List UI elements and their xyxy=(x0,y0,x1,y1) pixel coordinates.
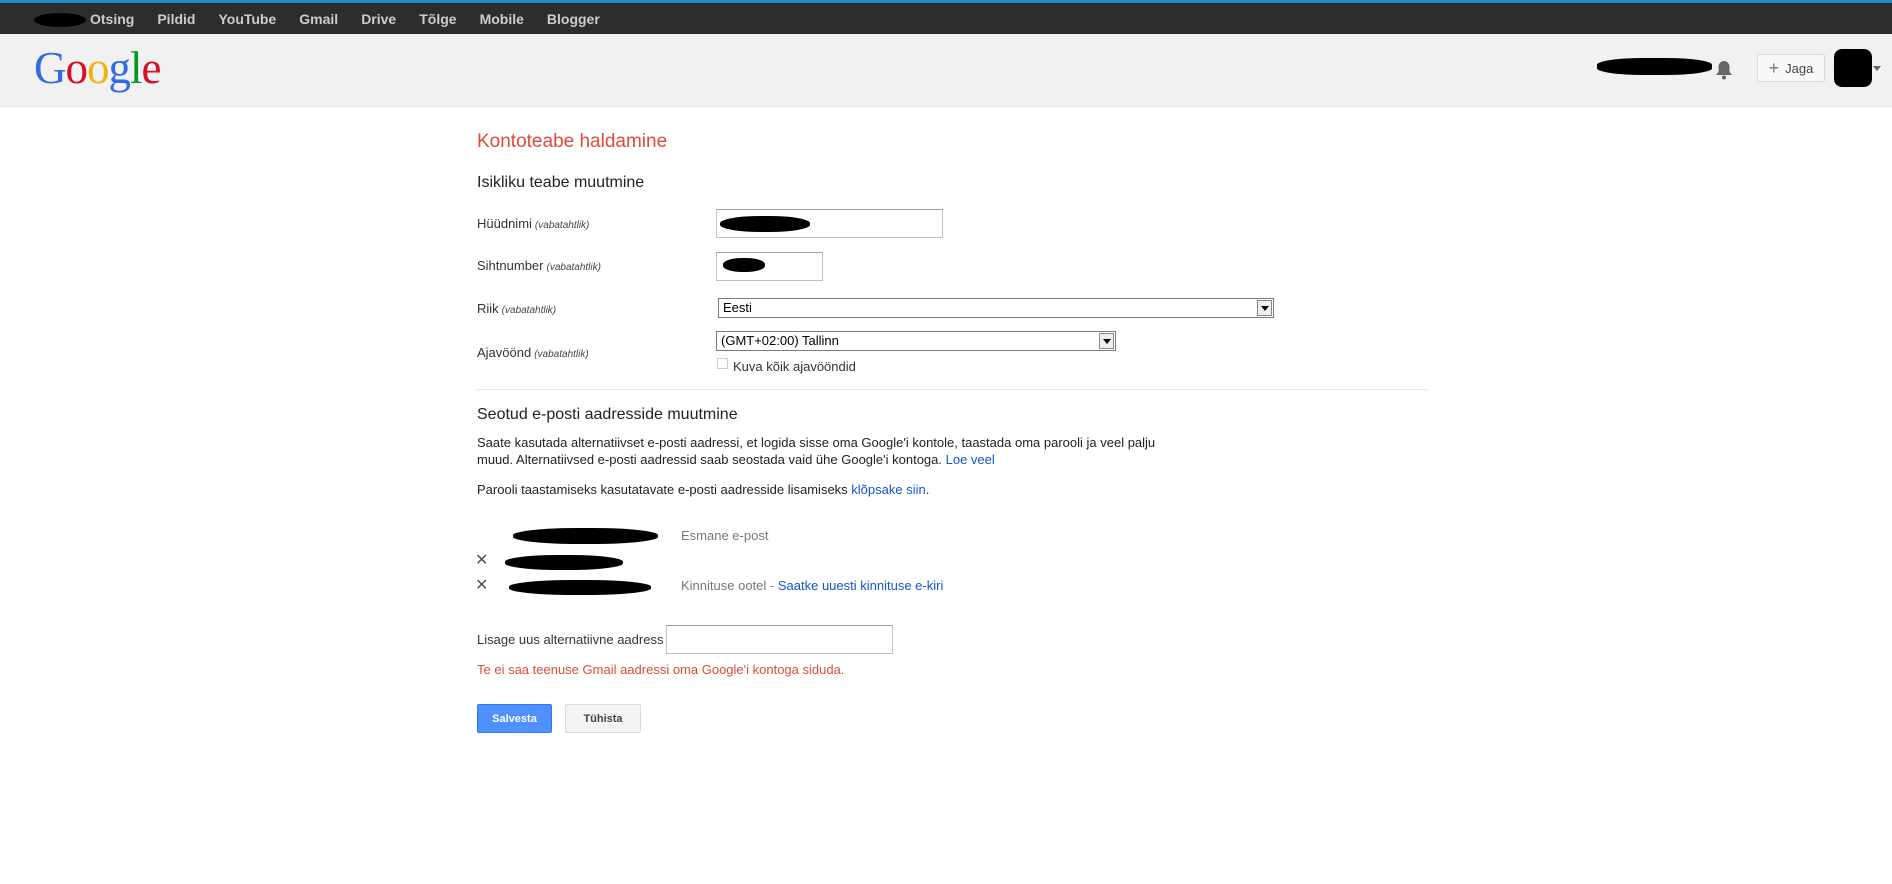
nickname-label: Hüüdnimi (vabatahtlik) xyxy=(477,216,589,231)
google-logo[interactable]: Google xyxy=(34,46,161,91)
country-select-value: Eesti xyxy=(723,300,752,315)
topnav-item-youtube[interactable]: YouTube xyxy=(218,11,276,27)
topnav-item-drive[interactable]: Drive xyxy=(361,11,396,27)
optional-note: (vabatahtlik) xyxy=(534,220,590,231)
redacted-alt-email-1 xyxy=(505,555,623,570)
dropdown-arrow-icon[interactable] xyxy=(1257,300,1272,316)
country-label: Riik (vabatahtlik) xyxy=(477,301,556,316)
cancel-button[interactable]: Tühista xyxy=(565,704,641,733)
remove-email-icon[interactable]: ✕ xyxy=(475,553,488,569)
pending-status-text: Kinnituse ootel - xyxy=(681,578,775,593)
email-description-line2: muud. Alternatiivsed e-posti aadressid s… xyxy=(477,452,942,467)
gmail-error-message: Te ei saa teenuse Gmail aadressi oma Goo… xyxy=(477,662,845,677)
country-label-text: Riik xyxy=(477,301,499,316)
redacted-primary-email xyxy=(513,528,658,544)
topnav-item-otsing[interactable]: Otsing xyxy=(90,11,134,27)
redacted-alt-email-2 xyxy=(509,580,651,595)
save-button[interactable]: Salvesta xyxy=(477,704,552,733)
topnav-item-gmail[interactable]: Gmail xyxy=(299,11,338,27)
timezone-select-value: (GMT+02:00) Tallinn xyxy=(721,333,839,348)
recovery-link[interactable]: klõpsake siin xyxy=(851,482,925,497)
redacted-user-name xyxy=(1597,58,1712,75)
email-description: Saate kasutada alternatiivset e-posti aa… xyxy=(477,434,1177,468)
period: . xyxy=(925,482,930,497)
personal-info-heading: Isikliku teabe muutmine xyxy=(477,174,645,191)
topnav-item-tolge[interactable]: Tõlge xyxy=(419,11,456,27)
optional-note: (vabatahtlik) xyxy=(501,305,557,316)
redacted-nickname xyxy=(720,216,810,232)
timezone-label: Ajavöönd (vabatahtlik) xyxy=(477,345,589,360)
recovery-text-body: Parooli taastamiseks kasutatavate e-post… xyxy=(477,482,848,497)
postal-code-label-text: Sihtnumber xyxy=(477,258,544,273)
dropdown-arrow-icon[interactable] xyxy=(1099,333,1114,349)
topnav-item-blogger[interactable]: Blogger xyxy=(547,11,600,27)
share-label: Jaga xyxy=(1785,60,1814,76)
page-title: Kontoteabe haldamine xyxy=(477,131,668,152)
show-all-timezones-label[interactable]: Kuva kõik ajavööndid xyxy=(733,359,856,374)
recovery-text: Parooli taastamiseks kasutatavate e-post… xyxy=(477,481,929,498)
email-description-line1: Saate kasutada alternatiivset e-posti aa… xyxy=(477,435,1156,450)
primary-email-status: Esmane e-post xyxy=(681,528,769,543)
redacted-postal-code xyxy=(723,258,765,272)
bell-icon[interactable] xyxy=(1715,60,1733,80)
timezone-label-text: Ajavöönd xyxy=(477,345,532,360)
add-alt-email-input[interactable] xyxy=(666,625,893,654)
redacted-avatar[interactable] xyxy=(1834,49,1872,87)
country-select[interactable]: Eesti xyxy=(718,298,1274,318)
remove-email-icon[interactable]: ✕ xyxy=(475,578,488,594)
plus-icon: + xyxy=(1768,58,1780,78)
optional-note: (vabatahtlik) xyxy=(546,262,601,273)
optional-note: (vabatahtlik) xyxy=(534,349,589,360)
postal-code-label: Sihtnumber (vabatahtlik) xyxy=(477,258,601,273)
timezone-select[interactable]: (GMT+02:00) Tallinn xyxy=(716,331,1116,351)
chevron-down-icon[interactable] xyxy=(1873,66,1881,71)
topnav-item-pildid[interactable]: Pildid xyxy=(157,11,195,27)
resend-confirmation-link[interactable]: Saatke uuesti kinnituse e-kiri xyxy=(778,578,943,593)
section-divider xyxy=(477,389,1427,390)
email-section-heading: Seotud e-posti aadresside muutmine xyxy=(477,406,738,423)
add-alt-email-label: Lisage uus alternatiivne aadress xyxy=(477,632,664,647)
nickname-label-text: Hüüdnimi xyxy=(477,216,532,231)
show-all-timezones-checkbox[interactable] xyxy=(717,358,728,369)
top-navigation-bar: Otsing Pildid YouTube Gmail Drive Tõlge … xyxy=(0,0,1892,34)
learn-more-link[interactable]: Loe veel xyxy=(946,452,995,467)
share-button[interactable]: + Jaga xyxy=(1757,54,1825,82)
pending-email-status: Kinnituse ootel - Saatke uuesti kinnitus… xyxy=(681,578,943,593)
top-nav: Otsing Pildid YouTube Gmail Drive Tõlge … xyxy=(90,3,623,34)
redacted-account-name xyxy=(34,13,86,27)
topnav-item-mobile[interactable]: Mobile xyxy=(480,11,524,27)
